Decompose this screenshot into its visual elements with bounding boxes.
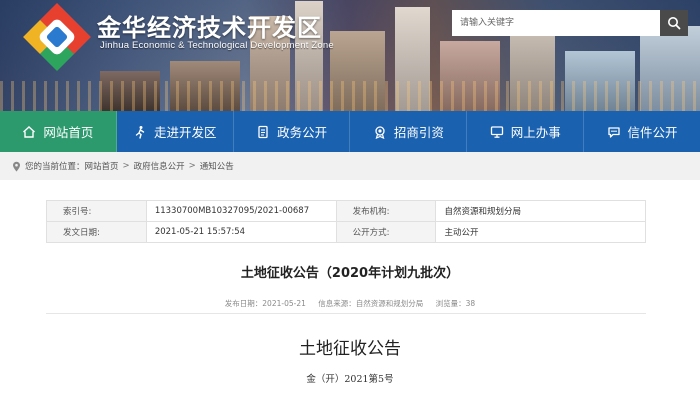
table-row: 发文日期: 2021-05-21 15:57:54 公开方式: 主动公开	[46, 221, 646, 243]
nav-item-home[interactable]: 网站首页	[0, 111, 117, 152]
medal-icon	[375, 125, 385, 139]
article-body-title: 土地征收公告	[299, 339, 401, 359]
site-logo-icon[interactable]	[20, 0, 94, 74]
document-icon	[258, 125, 268, 138]
search-button[interactable]	[660, 10, 688, 36]
nav-item-gov-info[interactable]: 政务公开	[234, 111, 351, 152]
walk-icon	[135, 125, 145, 139]
location-pin-icon	[13, 161, 20, 171]
breadcrumb-separator: >	[122, 161, 130, 171]
breadcrumb-link-notices[interactable]: 通知公告	[200, 160, 234, 172]
main-nav: 网站首页 走进开发区 政务公开 招商引资 网上办事 信件公开	[0, 111, 700, 152]
header-banner: 金华经济技术开发区 Jinhua Economic & Technologica…	[0, 0, 700, 111]
nav-item-label: 政务公开	[277, 125, 328, 140]
nav-item-investment[interactable]: 招商引资	[350, 111, 468, 152]
breadcrumb-link-gov-info[interactable]: 政府信息公开	[134, 160, 185, 172]
monitor-icon	[490, 125, 503, 138]
search-icon	[668, 17, 681, 30]
method-label: 公开方式:	[335, 221, 437, 243]
nav-item-label: 信件公开	[627, 125, 678, 140]
method-value: 主动公开	[435, 221, 646, 243]
table-row: 索引号: 11330700MB10327095/2021-00687 发布机构:…	[46, 200, 646, 222]
meta-source: 信息来源：自然资源和规划分局	[318, 299, 424, 308]
index-label: 索引号:	[46, 200, 147, 222]
nav-item-about[interactable]: 走进开发区	[117, 111, 234, 152]
home-icon	[23, 125, 36, 138]
nav-item-label: 网站首页	[43, 125, 94, 140]
date-value: 2021-05-21 15:57:54	[145, 221, 337, 243]
chat-icon	[607, 126, 620, 138]
nav-item-letters[interactable]: 信件公开	[584, 111, 700, 152]
article-meta: 发布日期：2021-05-21 信息来源：自然资源和规划分局 浏览量：38	[0, 298, 700, 309]
breadcrumb: 您的当前位置： 网站首页 > 政府信息公开 > 通知公告	[0, 152, 700, 180]
meta-views: 浏览量：38	[435, 299, 476, 308]
site-title[interactable]: 金华经济技术开发区	[97, 8, 322, 43]
breadcrumb-prefix: 您的当前位置：	[25, 162, 85, 172]
divider	[46, 313, 646, 314]
site-subtitle: Jinhua Economic & Technological Developm…	[100, 40, 334, 51]
nav-item-label: 走进开发区	[153, 125, 217, 140]
breadcrumb-separator: >	[188, 161, 196, 171]
document-info-table: 索引号: 11330700MB10327095/2021-00687 发布机构:…	[46, 200, 646, 243]
publisher-value: 自然资源和规划分局	[435, 200, 646, 222]
publisher-label: 发布机构:	[335, 200, 437, 222]
index-value: 11330700MB10327095/2021-00687	[145, 200, 337, 222]
article-document-number: 金（开）2021第5号	[306, 374, 394, 385]
search-input[interactable]	[452, 10, 660, 36]
article-title: 土地征收公告（2020年计划九批次）	[240, 266, 460, 281]
nav-item-label: 网上办事	[510, 125, 561, 140]
breadcrumb-link-home[interactable]: 网站首页	[85, 160, 119, 172]
date-label: 发文日期:	[46, 221, 147, 243]
meta-date: 发布日期：2021-05-21	[224, 299, 306, 308]
nav-item-label: 招商引资	[393, 125, 444, 140]
nav-item-online-services[interactable]: 网上办事	[467, 111, 585, 152]
banner-city-lights	[0, 81, 700, 111]
